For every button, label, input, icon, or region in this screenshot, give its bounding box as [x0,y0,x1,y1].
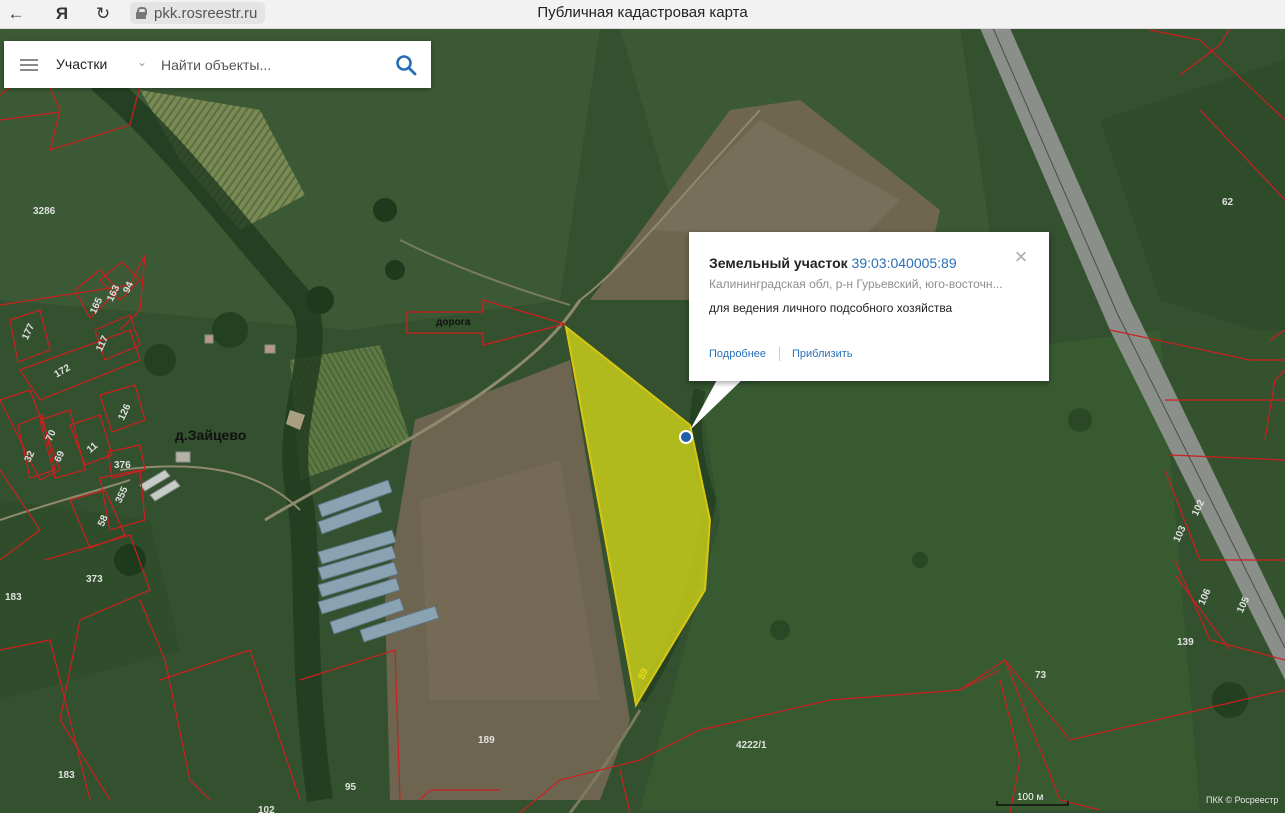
popup-address: Калининградская обл, р-н Гурьевский, юго… [709,277,1003,291]
parcel-label: 189 [478,735,495,746]
parcel-label: 95 [345,782,357,793]
url-text: pkk.rosreestr.ru [154,4,258,22]
reload-icon[interactable]: ↻ [89,0,117,28]
cadastral-number[interactable]: 39:03:040005:89 [852,255,957,271]
close-icon[interactable]: × [1011,246,1031,268]
search-input[interactable] [161,52,381,78]
popup-link-divider [779,347,780,361]
parcel-label: 183 [58,770,75,781]
parcel-label: 62 [1222,197,1234,208]
parcel-info-popup: Земельный участок 39:03:040005:89 Калини… [689,232,1049,381]
village-label: д.Зайцево [175,427,246,443]
parcel-label: 139 [1177,637,1194,648]
scale-label: 100 м [1017,792,1043,803]
parcel-label: 183 [5,592,22,603]
search-icon[interactable] [394,53,418,77]
address-bar[interactable]: pkk.rosreestr.ru [130,2,266,24]
details-link[interactable]: Подробнее [709,348,766,360]
popup-title: Земельный участок 39:03:040005:89 [709,255,957,271]
browser-toolbar: ← Я ↻ pkk.rosreestr.ru Публичная кадастр… [0,0,1285,29]
popup-type-label: Земельный участок [709,255,848,271]
parcel-label: 376 [114,460,131,471]
lock-icon [136,7,147,19]
parcel-label: 73 [1035,670,1047,681]
back-arrow-icon[interactable]: ← [2,0,30,28]
menu-icon[interactable] [20,59,38,71]
meadow-southeast [640,330,1200,810]
search-panel: Участки ⌄ [4,41,431,88]
chevron-down-icon[interactable]: ⌄ [137,55,147,69]
parcel-label: 102 [258,805,275,813]
parcel-label: 373 [86,574,103,585]
popup-purpose: для ведения личного подсобного хозяйства [709,301,953,315]
map-canvas[interactable]: дорога 89 д.Зайцево 3286 165 163 94 177 … [0,28,1285,813]
zoom-in-link[interactable]: Приблизить [792,348,853,360]
road-label: дорога [436,317,471,328]
category-select[interactable]: Участки [56,56,107,72]
yandex-icon[interactable]: Я [48,0,76,28]
parcel-label: 4222/1 [736,740,767,751]
parcel-label: 3286 [33,206,56,217]
attribution: ПКК © Росреестр [1206,795,1278,805]
